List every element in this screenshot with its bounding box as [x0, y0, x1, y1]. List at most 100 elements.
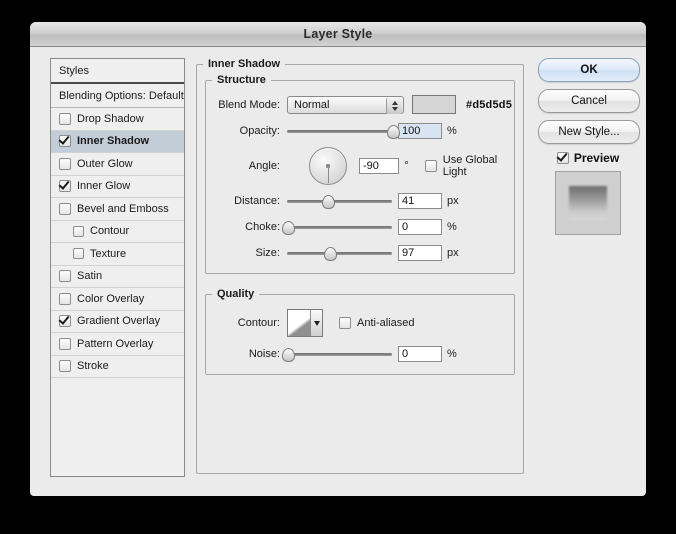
chevron-updown-icon[interactable] [386, 98, 402, 114]
preview-label: Preview [574, 151, 619, 165]
preview-checkbox[interactable]: Preview [538, 151, 638, 165]
opacity-label: Opacity: [206, 125, 287, 137]
contour-label: Contour: [206, 317, 287, 329]
title-bar: Layer Style [30, 22, 646, 47]
styles-list-item-label: Contour [90, 225, 129, 237]
checkbox-icon[interactable] [59, 338, 71, 350]
ok-button[interactable]: OK [538, 58, 640, 82]
noise-slider[interactable] [287, 347, 392, 361]
preview-thumbnail [555, 171, 621, 235]
noise-row: Noise: 0 % [206, 343, 514, 364]
styles-list-item[interactable]: Inner Glow [51, 176, 184, 199]
choke-label: Choke: [206, 221, 287, 233]
styles-list-item-label: Bevel and Emboss [77, 203, 169, 215]
effect-settings-panel: Inner Shadow Structure Blend Mode: Norma… [196, 58, 526, 475]
blend-mode-row: Blend Mode: Normal #d5d5d5 [206, 94, 514, 115]
angle-unit: ° [404, 160, 408, 172]
noise-unit: % [447, 348, 457, 360]
quality-group: Quality Contour: Anti-aliased Noise: [205, 288, 515, 375]
use-global-light-checkbox[interactable]: Use Global Light [425, 154, 514, 178]
use-global-light-label: Use Global Light [443, 154, 514, 178]
distance-slider-thumb[interactable] [322, 195, 335, 209]
new-style-button[interactable]: New Style... [538, 120, 640, 144]
window-title: Layer Style [304, 27, 373, 41]
blend-mode-value: Normal [294, 99, 329, 111]
size-input[interactable]: 97 [398, 245, 442, 261]
styles-list-item-label: Inner Glow [77, 180, 130, 192]
styles-list-item-label: Satin [77, 270, 102, 282]
angle-label: Angle: [206, 160, 287, 172]
styles-list-item-label: Gradient Overlay [77, 315, 160, 327]
choke-slider-thumb[interactable] [282, 221, 295, 235]
blending-options-row[interactable]: Blending Options: Default [51, 84, 184, 108]
blending-options-label: Blending Options: Default [59, 90, 184, 102]
styles-list-item-label: Drop Shadow [77, 113, 144, 125]
angle-row: Angle: -90 ° Use Global Light [206, 146, 514, 186]
size-slider-thumb[interactable] [324, 247, 337, 261]
noise-slider-thumb[interactable] [282, 348, 295, 362]
checkbox-icon[interactable] [59, 293, 71, 305]
styles-list-item[interactable]: Stroke [51, 356, 184, 379]
choke-input[interactable]: 0 [398, 219, 442, 235]
choke-unit: % [447, 221, 457, 233]
checkbox-icon[interactable] [59, 158, 71, 170]
checkbox-icon[interactable] [59, 270, 71, 282]
styles-list-item[interactable]: Outer Glow [51, 153, 184, 176]
distance-label: Distance: [206, 195, 287, 207]
styles-list-item[interactable]: Contour [51, 221, 184, 244]
opacity-unit: % [447, 125, 457, 137]
shadow-color-swatch[interactable] [412, 95, 456, 114]
styles-list-item[interactable]: Inner Shadow [51, 131, 184, 154]
choke-slider[interactable] [287, 220, 392, 234]
styles-list-item[interactable]: Gradient Overlay [51, 311, 184, 334]
checkbox-icon[interactable] [59, 180, 71, 192]
anti-aliased-checkbox[interactable]: Anti-aliased [339, 317, 414, 329]
shadow-color-hex: #d5d5d5 [466, 99, 512, 111]
styles-effect-list: Drop Shadow Inner Shadow Outer Glow Inner G… [51, 108, 184, 378]
cancel-button[interactable]: Cancel [538, 89, 640, 113]
size-unit: px [447, 247, 459, 259]
checkbox-icon[interactable] [59, 113, 71, 125]
checkbox-icon[interactable] [59, 360, 71, 372]
checkbox-icon[interactable] [73, 226, 84, 237]
contour-preset-picker[interactable] [287, 309, 323, 337]
checkbox-icon[interactable] [73, 248, 84, 259]
quality-group-title: Quality [212, 288, 259, 300]
angle-input[interactable]: -90 [359, 158, 399, 174]
styles-list-item-label: Outer Glow [77, 158, 133, 170]
checkbox-icon[interactable] [59, 203, 71, 215]
blend-mode-select[interactable]: Normal [287, 96, 404, 114]
styles-list-item[interactable]: Satin [51, 266, 184, 289]
styles-list-item[interactable]: Pattern Overlay [51, 333, 184, 356]
distance-slider[interactable] [287, 194, 392, 208]
contour-row: Contour: Anti-aliased [206, 308, 514, 338]
styles-list-item[interactable]: Drop Shadow [51, 108, 184, 131]
styles-list-item-label: Texture [90, 248, 126, 260]
inner-shadow-group-title: Inner Shadow [203, 58, 285, 70]
checkbox-icon[interactable] [59, 315, 71, 327]
styles-list-item-label: Pattern Overlay [77, 338, 153, 350]
anti-aliased-label: Anti-aliased [357, 317, 414, 329]
styles-header-label: Styles [59, 65, 89, 77]
size-row: Size: 97 px [206, 242, 514, 263]
styles-list-item[interactable]: Bevel and Emboss [51, 198, 184, 221]
inner-shadow-group: Inner Shadow Structure Blend Mode: Norma… [196, 58, 524, 474]
chevron-down-icon[interactable] [310, 310, 322, 336]
styles-list-item[interactable]: Color Overlay [51, 288, 184, 311]
distance-input[interactable]: 41 [398, 193, 442, 209]
noise-input[interactable]: 0 [398, 346, 442, 362]
dialog-body: Styles Blending Options: Default Drop Sh… [30, 47, 646, 496]
size-slider[interactable] [287, 246, 392, 260]
opacity-input[interactable]: 100 [398, 123, 442, 139]
angle-dial-needle [328, 166, 329, 183]
styles-panel-header: Styles [51, 59, 184, 84]
styles-list-item[interactable]: Texture [51, 243, 184, 266]
checkbox-icon[interactable] [59, 135, 71, 147]
checkbox-icon [557, 152, 569, 164]
opacity-slider[interactable] [287, 124, 392, 138]
size-label: Size: [206, 247, 287, 259]
structure-group: Structure Blend Mode: Normal #d5d5d5 [205, 74, 515, 274]
opacity-slider-thumb[interactable] [387, 125, 400, 139]
styles-list-item-label: Inner Shadow [77, 135, 149, 147]
angle-dial[interactable] [309, 147, 347, 185]
